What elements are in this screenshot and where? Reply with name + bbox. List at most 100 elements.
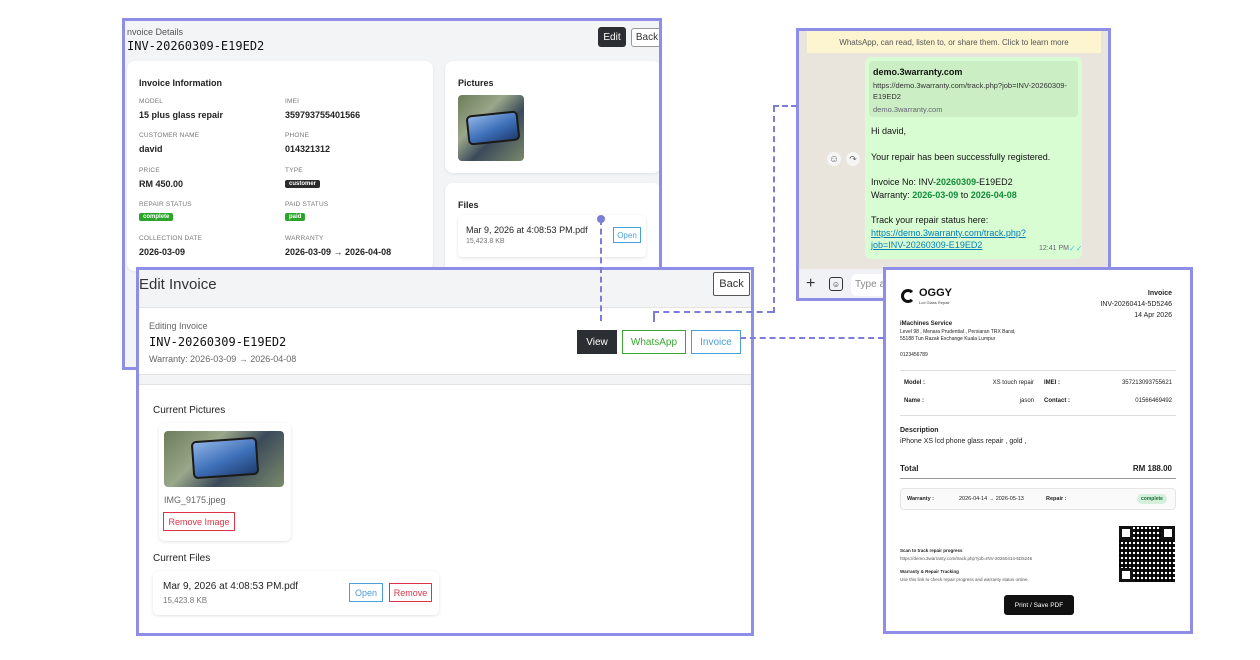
remove-image-button[interactable]: Remove Image — [163, 512, 235, 531]
contact-label: Contact : — [1044, 398, 1070, 404]
edit-invoice-panel: Edit Invoice Back Editing Invoice INV-20… — [136, 267, 754, 636]
brand-subtitle: Lcd Glass Repair — [919, 300, 950, 305]
type-badge: customer — [285, 180, 321, 188]
image-filename: IMG_9175.jpeg — [164, 495, 226, 505]
current-picture[interactable] — [164, 431, 284, 487]
message-bubble: demo.3warranty.com https://demo.3warrant… — [865, 57, 1082, 259]
preview-url-line1: https://demo.3warranty.com/track.php?job… — [873, 81, 1067, 90]
shop-name: iMachines Service — [900, 321, 953, 327]
repair-status-badge: complete — [139, 213, 174, 221]
warranty-label: WARRANTY — [285, 235, 324, 242]
phone-image — [465, 110, 521, 146]
edit-button[interactable]: Edit — [598, 27, 626, 47]
imei-value: 359793755401566 — [285, 110, 361, 120]
current-files-title: Current Files — [153, 553, 211, 564]
track-link-line2[interactable]: job=INV-20260309-E19ED2 — [871, 240, 982, 250]
editing-header: Editing Invoice INV-20260309-E19ED2 Warr… — [139, 307, 751, 375]
divider — [900, 370, 1176, 371]
connector-line — [773, 106, 775, 313]
track-link-line1[interactable]: https://demo.3warranty.com/track.php? — [871, 228, 1026, 238]
repair-status-label: REPAIR STATUS — [139, 201, 192, 208]
invoice-information-card: Invoice Information MODEL 15 plus glass … — [127, 61, 433, 271]
pictures-title: Pictures — [458, 78, 494, 88]
edit-invoice-title: Edit Invoice — [139, 276, 217, 293]
phone-image — [190, 436, 260, 480]
open-current-file-button[interactable]: Open — [349, 583, 383, 602]
connector-line — [653, 312, 655, 322]
invoice-receipt-panel: OGGY Lcd Glass Repair Invoice INV-202604… — [883, 267, 1193, 634]
file-item: Mar 9, 2026 at 4:08:53 PM.pdf 15,423.8 K… — [458, 215, 646, 257]
current-file-size: 15,423.8 KB — [163, 596, 208, 605]
forward-icon[interactable]: ↷ — [846, 152, 860, 166]
current-file-item: Mar 9, 2026 at 4:08:53 PM.pdf 15,423.8 K… — [153, 571, 439, 615]
link-preview[interactable]: demo.3warranty.com https://demo.3warrant… — [869, 61, 1078, 117]
preview-title: demo.3warranty.com — [873, 67, 963, 77]
edit-body: Current Pictures IMG_9175.jpeg Remove Im… — [139, 384, 751, 633]
qr-code-icon — [1119, 526, 1175, 582]
greeting: Hi david, — [871, 126, 907, 136]
file-size: 15,423.8 KB — [466, 238, 505, 245]
total-label: Total — [900, 464, 919, 473]
encryption-banner[interactable]: WhatsApp, can read, listen to, or share … — [807, 31, 1101, 53]
name-value: jason — [1019, 398, 1034, 404]
name-label: Name : — [904, 398, 925, 404]
read-receipt-icon: ✓✓ — [1069, 244, 1083, 253]
receipt-date: 14 Apr 2026 — [1134, 312, 1172, 319]
warranty-value: 2026-04-14 → 2026-05-13 — [959, 496, 1024, 502]
registered-text: Your repair has been successfully regist… — [871, 152, 1051, 162]
description-text: iPhone XS lcd phone glass repair , gold … — [900, 438, 1027, 445]
preview-domain: demo.3warranty.com — [873, 105, 943, 114]
invoice-id: INV-20260309-E19ED2 — [127, 39, 265, 53]
view-button[interactable]: View — [577, 330, 617, 354]
current-file-name: Mar 9, 2026 at 4:08:53 PM.pdf — [163, 581, 299, 592]
connector-line — [600, 219, 602, 321]
imei-value: 357213093755621 — [1121, 380, 1172, 386]
whatsapp-button[interactable]: WhatsApp — [622, 330, 686, 354]
scan-url: https://demo.3warranty.com/track.php?job… — [900, 556, 1033, 561]
brand-logo-icon — [901, 289, 915, 303]
customer-value: david — [139, 144, 163, 154]
collection-date-label: COLLECTION DATE — [139, 235, 203, 242]
warranty-box: Warranty : 2026-04-14 → 2026-05-13 Repai… — [900, 488, 1176, 510]
collection-date-value: 2026-03-09 — [139, 247, 186, 257]
emoji-react-icon[interactable]: ☺ — [827, 152, 841, 166]
warranty-label: Warranty : — [907, 496, 934, 502]
receipt-invoice-id: INV-20260414-5D5246 — [1100, 301, 1172, 308]
paid-status-label: PAID STATUS — [285, 201, 329, 208]
shop-phone: 0123456789 — [900, 352, 928, 358]
warranty-line: Warranty: 2026-03-09 to 2026-04-08 — [871, 190, 1017, 200]
tracking-title: Warranty & Repair Tracking — [900, 569, 959, 574]
phone-value: 014321312 — [285, 144, 331, 154]
warranty-value: 2026-03-09 → 2026-04-08 — [285, 247, 392, 257]
customer-label: CUSTOMER NAME — [139, 132, 200, 139]
divider — [900, 415, 1176, 416]
sticker-icon[interactable]: ☺ — [829, 277, 843, 291]
message-time: 12:41 PM — [1039, 245, 1069, 252]
repair-label: Repair : — [1046, 496, 1067, 502]
file-name: Mar 9, 2026 at 4:08:53 PM.pdf — [466, 225, 588, 235]
plus-icon[interactable]: + — [806, 275, 815, 293]
model-value: 15 plus glass repair — [139, 110, 224, 120]
editing-invoice-id: INV-20260309-E19ED2 — [149, 335, 287, 349]
connector-dot — [597, 215, 605, 223]
files-title: Files — [458, 200, 479, 210]
print-save-pdf-button[interactable]: Print / Save PDF — [1004, 595, 1074, 615]
description-title: Description — [900, 427, 939, 434]
remove-file-button[interactable]: Remove — [389, 583, 432, 602]
price-value: RM 450.00 — [139, 179, 184, 189]
invoice-details-label: nvoice Details — [127, 27, 184, 37]
pictures-card: Pictures — [445, 61, 659, 173]
price-label: PRICE — [139, 167, 160, 174]
back-button[interactable]: Back — [713, 272, 750, 296]
current-pictures-title: Current Pictures — [153, 405, 226, 416]
brand-name: OGGY — [919, 287, 953, 299]
preview-url-line2: E19ED2 — [873, 92, 901, 101]
total-value: RM 188.00 — [1132, 464, 1172, 473]
model-label: Model : — [904, 380, 925, 386]
repair-photo[interactable] — [458, 95, 524, 161]
contact-value: 01566469492 — [1135, 398, 1172, 404]
picture-card: IMG_9175.jpeg Remove Image — [159, 423, 291, 541]
back-button[interactable]: Back — [631, 28, 659, 47]
open-file-button[interactable]: Open — [613, 227, 641, 243]
invoice-button[interactable]: Invoice — [691, 330, 741, 354]
